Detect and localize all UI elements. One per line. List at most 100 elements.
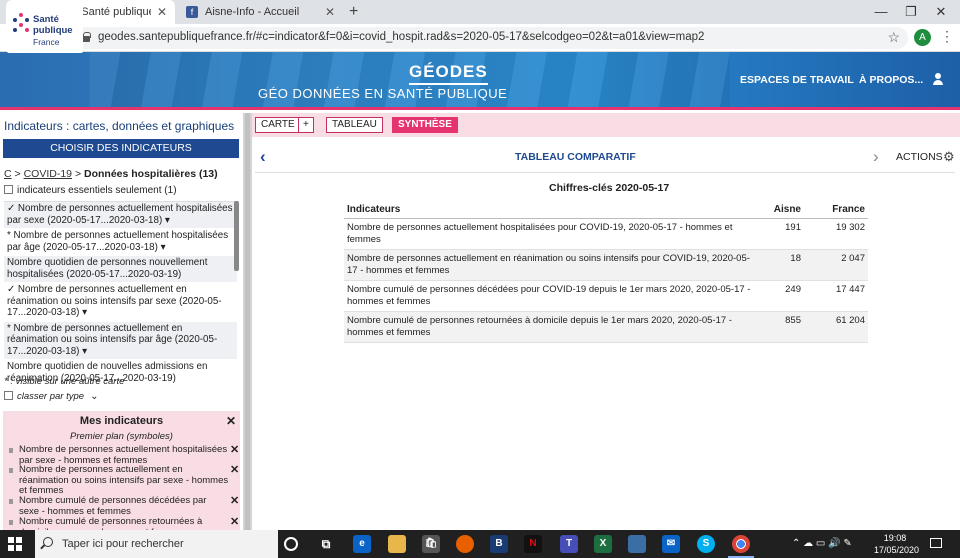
store-icon[interactable]: 🛍 — [422, 535, 440, 553]
taskbar-search[interactable]: Taper ici pour rechercher — [35, 530, 278, 558]
mes-indicateurs-title: Mes indicateurs — [79, 415, 164, 427]
file-explorer-icon[interactable] — [388, 535, 406, 553]
my-indicator-label: Nombre cumulé de personnes décédées par … — [19, 495, 207, 517]
teams-icon[interactable]: T — [560, 535, 578, 553]
essentials-filter[interactable]: indicateurs essentiels seulement (1) — [4, 185, 177, 196]
panel-title: Indicateurs : cartes, données et graphiq… — [4, 119, 235, 133]
drag-handle-icon[interactable] — [9, 468, 13, 473]
add-map-button[interactable]: + — [298, 117, 314, 133]
cortana-icon[interactable] — [284, 537, 298, 551]
close-window-button[interactable]: ✕ — [926, 2, 956, 22]
tab-synthese[interactable]: SYNTHÈSE — [392, 117, 458, 133]
nav-espaces-de-travail[interactable]: ESPACES DE TRAVAIL — [740, 74, 854, 86]
value-france: 17 447 — [804, 280, 868, 312]
indicator-item[interactable]: Nombre quotidien de personnes nouvelleme… — [4, 256, 237, 283]
edge-icon[interactable]: e — [353, 535, 371, 553]
browser-tab-strip: Géodes - Santé publique France ✕ f Aisne… — [0, 0, 960, 24]
sante-publique-logo[interactable]: Santé publique France — [7, 5, 83, 53]
windows-start-icon[interactable] — [8, 537, 22, 551]
my-indicator-label: Nombre de personnes actuellement hospita… — [19, 444, 228, 466]
task-view-icon[interactable]: ⧉ — [317, 535, 335, 553]
indicator-list-scrollbar[interactable] — [234, 201, 239, 271]
table-header-row: Indicateurs Aisne France — [344, 201, 868, 219]
chevron-left-icon[interactable]: ‹ — [260, 147, 266, 167]
site-brand[interactable]: GÉODES — [409, 62, 488, 85]
skype-icon[interactable]: S — [697, 535, 715, 553]
remove-icon[interactable]: ✕ — [230, 465, 239, 476]
chevron-right-icon[interactable]: › — [873, 147, 879, 167]
system-tray[interactable]: ⌃ ☁ ▭ 🔊 ✎ — [792, 538, 852, 549]
indicator-item[interactable]: ✓ Nombre de personnes actuellement en ré… — [4, 283, 237, 322]
indicator-item[interactable]: * Nombre de personnes actuellement en ré… — [4, 321, 237, 360]
value-aisne: 249 — [754, 280, 804, 312]
row-label: Nombre de personnes actuellement en réan… — [344, 249, 754, 281]
my-indicator-item: Nombre de personnes actuellement en réan… — [9, 464, 239, 497]
star-icon[interactable]: ☆ — [887, 29, 900, 46]
breadcrumb-root[interactable]: C — [4, 168, 12, 180]
maximize-button[interactable]: ❐ — [896, 2, 926, 22]
close-icon[interactable]: ✕ — [325, 5, 335, 19]
essentials-label: indicateurs essentiels seulement (1) — [17, 185, 177, 196]
indicator-item[interactable]: * Nombre de personnes actuellement hospi… — [4, 229, 237, 256]
minimize-button[interactable]: — — [866, 2, 896, 22]
checkbox-icon[interactable] — [4, 391, 13, 400]
chevron-down-icon[interactable]: ⌄ — [90, 391, 98, 402]
photos-icon[interactable] — [628, 535, 646, 553]
nav-a-propos[interactable]: À PROPOS... — [859, 74, 923, 86]
clock[interactable]: 19:08 17/05/2020 — [874, 532, 920, 556]
url-text[interactable]: geodes.santepubliquefrance.fr/#c=indicat… — [98, 31, 704, 43]
drag-handle-icon[interactable] — [9, 499, 13, 504]
column-header: France — [804, 201, 868, 219]
classer-par-type[interactable]: classer par type ⌄ — [4, 391, 98, 402]
chrome-icon[interactable] — [732, 535, 750, 553]
bitdefender-icon[interactable]: B — [490, 535, 508, 553]
notification-icon[interactable] — [930, 538, 942, 548]
breadcrumb-sep: > — [14, 168, 21, 180]
value-france: 61 204 — [804, 311, 868, 343]
classer-label: classer par type — [17, 391, 85, 402]
logo-line3: France — [33, 37, 60, 47]
user-icon[interactable] — [932, 73, 944, 85]
remove-icon[interactable]: ✕ — [230, 496, 239, 507]
breadcrumb: C > COVID-19 > Données hospitalières (13… — [4, 168, 218, 180]
indicator-item[interactable]: ✓ Nombre de personnes actuellement hospi… — [4, 202, 237, 229]
breadcrumb-covid[interactable]: COVID-19 — [24, 168, 72, 180]
close-icon[interactable]: ✕ — [157, 5, 167, 19]
tab-carte[interactable]: CARTE — [255, 117, 301, 133]
date: 17/05/2020 — [874, 545, 920, 555]
drag-handle-icon[interactable] — [9, 448, 13, 453]
mail-icon[interactable]: ✉ — [662, 535, 680, 553]
breadcrumb-sep: > — [74, 168, 82, 180]
remove-icon[interactable]: ✕ — [230, 517, 239, 528]
table-row: Nombre cumulé de personnes décédées pour… — [344, 280, 868, 312]
panel-splitter[interactable] — [243, 113, 252, 530]
excel-icon[interactable]: X — [594, 535, 612, 553]
new-tab-button[interactable]: + — [349, 3, 358, 21]
netflix-icon[interactable]: N — [524, 535, 542, 553]
choose-indicators-button[interactable]: CHOISIR DES INDICATEURS — [3, 139, 239, 158]
my-indicator-item: Nombre de personnes actuellement hospita… — [9, 444, 239, 466]
my-indicator-item: Nombre cumulé de personnes décédées par … — [9, 495, 239, 517]
tab-tableau[interactable]: TABLEAU — [326, 117, 383, 133]
checkbox-icon[interactable] — [4, 185, 13, 194]
drag-handle-icon[interactable] — [9, 520, 13, 525]
profile-avatar[interactable]: A — [914, 29, 931, 46]
scrollbar[interactable] — [245, 113, 250, 530]
browser-toolbar: ← → ↻ geodes.santepubliquefrance.fr/#c=i… — [0, 24, 960, 52]
column-header: Indicateurs — [344, 201, 754, 219]
gear-icon[interactable]: ⚙ — [943, 149, 955, 165]
search-placeholder[interactable]: Taper ici pour rechercher — [62, 538, 184, 550]
mes-indicateurs-panel: Mes indicateurs ✕ Premier plan (symboles… — [3, 411, 240, 530]
value-france: 2 047 — [804, 249, 868, 281]
remove-icon[interactable]: ✕ — [230, 445, 239, 456]
row-label: Nombre de personnes actuellement hospita… — [344, 218, 754, 250]
actions-button[interactable]: ACTIONS — [896, 151, 943, 163]
firefox-icon[interactable] — [456, 535, 474, 553]
close-icon[interactable]: ✕ — [226, 414, 236, 428]
value-aisne: 855 — [754, 311, 804, 343]
lock-icon — [82, 32, 91, 42]
menu-icon[interactable]: ⋮ — [940, 28, 954, 45]
footnote: * : visible sur une autre carte — [4, 376, 125, 387]
tab-aisne-info[interactable]: f Aisne-Info - Accueil ✕ — [178, 0, 343, 24]
address-bar[interactable]: geodes.santepubliquefrance.fr/#c=indicat… — [72, 27, 908, 49]
